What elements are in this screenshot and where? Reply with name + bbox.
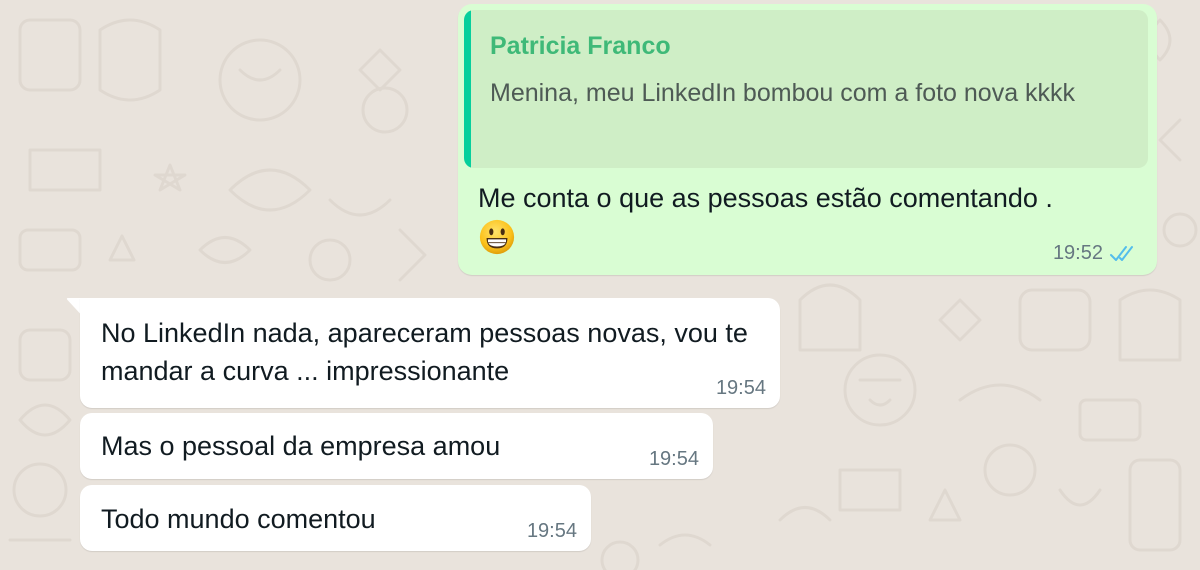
incoming-message-bubble[interactable]: Mas o pessoal da empresa amou 19:54 [80,413,713,479]
incoming-message-text: No LinkedIn nada, apareceram pessoas nov… [101,318,748,386]
outgoing-message-meta: 19:52 [1053,242,1139,265]
incoming-message-bubble[interactable]: No LinkedIn nada, apareceram pessoas nov… [80,298,780,408]
incoming-message-text: Todo mundo comentou [101,504,376,534]
outgoing-message-bubble[interactable]: Patricia Franco Menina, meu LinkedIn bom… [458,4,1157,275]
quoted-message[interactable]: Patricia Franco Menina, meu LinkedIn bom… [464,10,1148,168]
outgoing-message-text: Me conta o que as pessoas estão comentan… [478,183,1053,213]
message-timestamp: 19:52 [1052,242,1103,264]
message-timestamp: 19:54 [715,377,766,399]
message-timestamp: 19:54 [526,520,577,542]
quoted-author-name: Patricia Franco [490,32,671,60]
incoming-message-bubble[interactable]: Todo mundo comentou 19:54 [80,485,591,551]
quote-accent-bar [464,10,471,168]
message-timestamp: 19:54 [648,448,699,470]
chat-background: Patricia Franco Menina, meu LinkedIn bom… [0,0,1200,570]
quoted-message-text: Menina, meu LinkedIn bombou com a foto n… [490,79,1076,107]
incoming-message-text: Mas o pessoal da empresa amou [101,431,501,461]
grinning-face-emoji [479,219,515,255]
double-check-read-icon [1110,245,1133,261]
outgoing-message-content: Me conta o que as pessoas estão comentan… [478,180,1138,256]
